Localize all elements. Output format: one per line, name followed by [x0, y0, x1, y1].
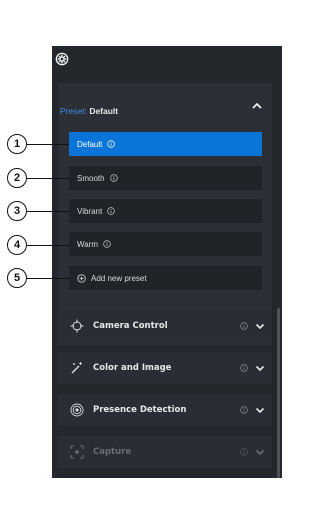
- callout-3: 3: [7, 201, 27, 221]
- presence-icon: [70, 403, 84, 417]
- preset-option-label: Warm: [77, 239, 99, 249]
- preset-option-default[interactable]: Default: [69, 132, 262, 156]
- info-icon[interactable]: [240, 322, 248, 330]
- settings-panel: Preset: Default Default Smooth Vibrant W…: [52, 46, 282, 478]
- preset-option-label: Default: [77, 139, 103, 149]
- chevron-up-icon[interactable]: [251, 100, 263, 112]
- chevron-down-icon[interactable]: [255, 447, 265, 457]
- callout-5: 5: [7, 268, 27, 288]
- info-icon[interactable]: [240, 448, 248, 456]
- add-new-preset-button[interactable]: Add new preset: [69, 266, 262, 290]
- info-icon[interactable]: [107, 140, 116, 148]
- callout-leader-3: [27, 211, 69, 212]
- add-circle-icon: [77, 273, 86, 283]
- scrollbar[interactable]: [277, 308, 280, 478]
- chevron-down-icon[interactable]: [255, 363, 265, 373]
- chevron-down-icon[interactable]: [255, 321, 265, 331]
- info-icon[interactable]: [109, 174, 118, 182]
- preset-header[interactable]: Preset: Default: [60, 106, 118, 116]
- callout-2: 2: [7, 168, 27, 188]
- preset-current-name: Default: [89, 106, 119, 116]
- preset-option-label: Smooth: [77, 173, 105, 183]
- section-color-and-image[interactable]: Color and Image: [58, 352, 272, 384]
- section-presence-detection[interactable]: Presence Detection: [58, 394, 272, 426]
- preset-label: Preset:: [60, 106, 87, 116]
- preset-option-warm[interactable]: Warm: [69, 232, 262, 256]
- capture-icon: [70, 445, 84, 459]
- preset-option-label: Vibrant: [77, 206, 103, 216]
- settings-gear-icon[interactable]: [55, 52, 69, 66]
- callout-leader-2: [27, 178, 69, 179]
- callout-leader-5: [27, 278, 69, 279]
- preset-option-smooth[interactable]: Smooth: [69, 166, 262, 190]
- section-title: Camera Control: [93, 321, 168, 331]
- callout-leader-4: [27, 245, 69, 246]
- crosshair-icon: [70, 319, 84, 333]
- info-icon[interactable]: [103, 240, 111, 248]
- section-title: Presence Detection: [93, 405, 187, 415]
- info-icon[interactable]: [240, 364, 248, 372]
- chevron-down-icon[interactable]: [255, 405, 265, 415]
- info-icon[interactable]: [107, 207, 115, 215]
- section-capture[interactable]: Capture: [58, 436, 272, 468]
- info-icon[interactable]: [240, 406, 248, 414]
- section-camera-control[interactable]: Camera Control: [58, 310, 272, 342]
- section-title: Capture: [93, 447, 132, 457]
- magic-wand-icon: [71, 362, 82, 374]
- section-title: Color and Image: [93, 363, 172, 373]
- callout-4: 4: [7, 235, 27, 255]
- preset-option-vibrant[interactable]: Vibrant: [69, 199, 262, 223]
- add-new-preset-label: Add new preset: [91, 273, 147, 283]
- callout-1: 1: [7, 134, 27, 154]
- callout-leader-1: [27, 144, 69, 145]
